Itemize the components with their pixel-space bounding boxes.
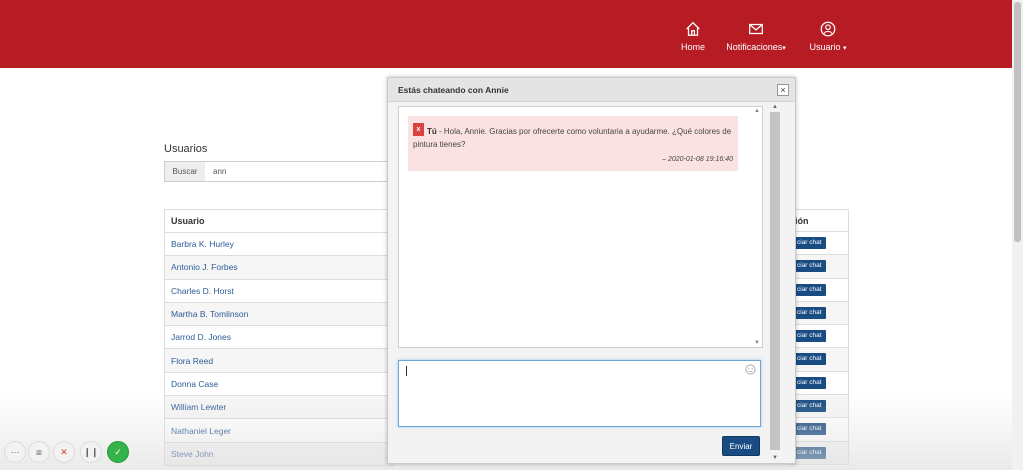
modal-scrollbar-thumb[interactable]	[770, 112, 780, 450]
home-icon	[686, 21, 700, 36]
user-link[interactable]: Nathaniel Leger	[164, 418, 394, 443]
user-link[interactable]: Charles D. Horst	[164, 278, 394, 303]
chat-message: x Tú - Hola, Annie. Gracias por ofrecert…	[408, 116, 738, 171]
modal-scrollbar[interactable]: ▲ ▼	[769, 104, 781, 463]
start-chat-button[interactable]: ciar chat	[793, 330, 826, 343]
emoji-icon[interactable]	[745, 364, 756, 375]
user-link[interactable]: William Lewter	[164, 395, 394, 420]
users-table: Usuario Barbra K. Hurley Antonio J. Forb…	[164, 209, 394, 466]
chat-modal: Estás chateando con Annie × x Tú - Hola,…	[387, 77, 796, 464]
message-author: Tú	[427, 127, 437, 136]
user-link[interactable]: Martha B. Tomlinson	[164, 301, 394, 327]
pause-button[interactable]: ❙❙	[80, 441, 102, 463]
page-scrollbar-thumb[interactable]	[1014, 2, 1021, 242]
nav-user[interactable]: Usuario ▾	[806, 20, 850, 52]
user-link[interactable]: Barbra K. Hurley	[164, 231, 394, 257]
search-input[interactable]	[205, 161, 394, 182]
start-chat-button[interactable]: ciar chat	[793, 400, 826, 413]
nav-user-label: Usuario	[809, 42, 841, 52]
accept-button[interactable]: ✓	[107, 441, 129, 463]
message-text: Tú - Hola, Annie. Gracias por ofrecerte …	[413, 125, 733, 151]
page-scrollbar[interactable]	[1012, 0, 1023, 470]
user-link[interactable]: Steve John	[164, 441, 394, 466]
user-link[interactable]: Flora Reed	[164, 348, 394, 373]
start-chat-button[interactable]: ciar chat	[793, 237, 826, 249]
nav-home[interactable]: Home	[679, 20, 707, 52]
column-header-user: Usuario	[164, 209, 394, 233]
search-button[interactable]: Buscar	[164, 161, 206, 182]
hang-up-button[interactable]: ✕	[53, 441, 75, 463]
chat-title: Estás chateando con Annie	[398, 85, 509, 95]
start-chat-button[interactable]: ciar chat	[793, 306, 826, 319]
user-link[interactable]: Jarrod D. Jones	[164, 325, 394, 350]
start-chat-button[interactable]: ciar chat	[793, 353, 826, 366]
search-group: Buscar	[164, 161, 394, 182]
nav-notifications-label: Notificaciones	[726, 42, 783, 52]
scroll-up-arrow-icon[interactable]: ▲	[772, 104, 778, 110]
message-list: x Tú - Hola, Annie. Gracias por ofrecert…	[398, 106, 763, 348]
start-chat-button[interactable]: ciar chat	[793, 260, 826, 273]
message-body: - Hola, Annie. Gracias por ofrecerte com…	[413, 127, 732, 149]
top-nav-bar: Home Notificaciones▾ Usuario ▾	[0, 0, 1012, 68]
users-heading: Usuarios	[164, 143, 208, 155]
send-button[interactable]: Enviar	[722, 436, 760, 456]
nav-home-label: Home	[680, 42, 705, 52]
message-timestamp: – 2020-01-08 19:16:40	[662, 156, 733, 163]
more-options-button[interactable]: ···	[4, 441, 26, 463]
start-chat-button[interactable]: ciar chat	[793, 376, 826, 389]
user-link[interactable]: Antonio J. Forbes	[164, 255, 394, 280]
envelope-icon	[749, 23, 763, 35]
user-link[interactable]: Donna Case	[164, 371, 394, 397]
message-list-scrollbar[interactable]: ▲ ▼	[753, 107, 762, 347]
chevron-down-icon: ▾	[843, 45, 847, 52]
scroll-up-arrow-icon[interactable]: ▲	[754, 108, 760, 114]
start-chat-button[interactable]: ciar chat	[793, 423, 826, 436]
start-chat-button[interactable]: ciar chat	[793, 283, 826, 296]
chevron-down-icon: ▾	[782, 45, 786, 52]
scroll-down-arrow-icon[interactable]: ▼	[754, 340, 760, 346]
close-button[interactable]: ×	[777, 84, 789, 96]
nav-notifications[interactable]: Notificaciones▾	[722, 20, 790, 52]
start-chat-button[interactable]: ciar chat	[793, 446, 826, 459]
text-cursor	[406, 366, 407, 376]
chat-modal-header: Estás chateando con Annie ×	[388, 78, 795, 102]
screen-share-button[interactable]: ⧈	[28, 441, 50, 463]
scroll-down-arrow-icon[interactable]: ▼	[772, 455, 778, 461]
message-input[interactable]	[398, 360, 761, 427]
user-icon	[820, 21, 836, 37]
